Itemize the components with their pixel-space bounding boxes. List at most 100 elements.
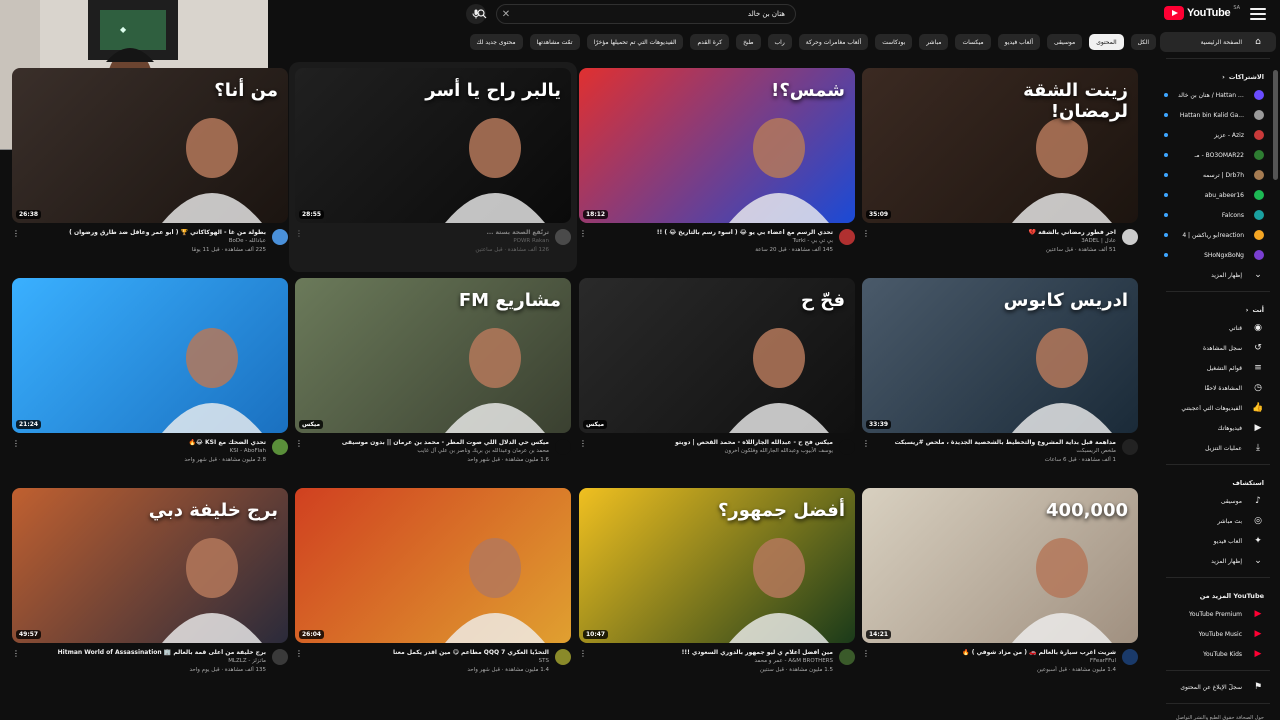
more-options-icon[interactable]: ⋮ [862, 439, 870, 464]
more-options-icon[interactable]: ⋮ [862, 229, 870, 254]
sidebar-you_items-5[interactable]: ▶ فيديوهاتك [1156, 418, 1280, 438]
sidebar-explore_items-2[interactable]: ✦ ألعاب فيديو [1156, 531, 1280, 551]
chip-12[interactable]: تمّت مشاهدتها [529, 34, 580, 50]
more-options-icon[interactable]: ⋮ [295, 649, 303, 674]
sidebar-explore_items-1[interactable]: ◎ بث مباشر [1156, 511, 1280, 531]
video-title[interactable]: التحدّيا العكري QQQ 7 مطاعم 😋 مين اقدر ي… [307, 649, 549, 657]
subscriptions-header[interactable]: الاشتراكات › [1156, 65, 1280, 85]
channel-avatar[interactable] [839, 649, 855, 665]
sidebar-show-more[interactable]: ⌄ إظهار المزيد [1156, 265, 1280, 285]
you-header[interactable]: أنت › [1156, 298, 1280, 318]
sidebar-sub-8[interactable]: SHoNgxBoNg [1156, 245, 1280, 265]
video-card[interactable]: من أنا؟ 26:38 بطولة من غا - الهوكاكاتي 🏆 (… [12, 68, 288, 254]
video-thumbnail[interactable]: فحّ ح ميكس [579, 278, 855, 433]
video-card[interactable]: 26:04 التحدّيا العكري QQQ 7 مطاعم 😋 مين ا… [295, 488, 571, 674]
channel-name[interactable]: محمد بن عرمان وعبدالله بن بريك وناصر بن … [307, 447, 549, 455]
chip-7[interactable]: ألعاب مغامرات وحركة [798, 34, 869, 50]
sidebar-you_items-6[interactable]: ⤓ عمليات التنزيل [1156, 438, 1280, 458]
sidebar-you_items-0[interactable]: ◉ قناتي [1156, 318, 1280, 338]
sidebar-sub-0[interactable]: هتان بن خالد / Hattan khalid [1156, 85, 1280, 105]
chip-9[interactable]: طبخ [736, 34, 761, 50]
more-options-icon[interactable]: ⋮ [579, 229, 587, 254]
channel-name[interactable]: بي تي بي - Turki [591, 237, 833, 245]
video-thumbnail[interactable]: 26:04 [295, 488, 571, 643]
chip-8[interactable]: راب [767, 34, 792, 50]
sidebar-more_items-2[interactable]: ▶ YouTube Kids [1156, 644, 1280, 664]
channel-avatar[interactable] [272, 229, 288, 245]
channel-name[interactable]: ماتزلز - MLZLZ [24, 657, 266, 665]
chip-4[interactable]: ميكسات [955, 34, 991, 50]
sidebar-sub-7[interactable]: أبو رياكشن | 4reaction [1156, 225, 1280, 245]
sidebar-more_items-1[interactable]: ▶ YouTube Music [1156, 624, 1280, 644]
chip-1[interactable]: المحتوى [1089, 34, 1124, 50]
channel-avatar[interactable] [1122, 649, 1138, 665]
menu-icon[interactable] [1250, 6, 1266, 22]
video-title[interactable]: برج خليفة من أعلى قمة بالعالم 🏢 Hitman W… [24, 649, 266, 657]
clear-search-icon[interactable]: ✕ [497, 9, 515, 20]
video-card[interactable]: 400,000 14:21 شريت اغرب سيارة بالعالم 🚗 ( … [862, 488, 1138, 674]
video-title[interactable]: ميكس فح ح - عبدالله الجاراللاه - محمد ال… [591, 439, 833, 447]
channel-name[interactable]: KSI - AboFlah [24, 447, 266, 455]
channel-avatar[interactable] [1122, 229, 1138, 245]
video-thumbnail[interactable]: مشاريع FM ميكس [295, 278, 571, 433]
youtube-logo[interactable]: YouTube SA [1163, 5, 1240, 20]
search-button[interactable] [469, 4, 495, 24]
more-options-icon[interactable]: ⋮ [12, 229, 20, 254]
chip-0[interactable]: الكل [1130, 34, 1156, 50]
sidebar-sub-4[interactable]: ترسمه | Drb7h [1156, 165, 1280, 185]
video-thumbnail[interactable]: زينت الشقة لرمضان! 35:09 [862, 68, 1138, 223]
video-card[interactable]: مشاريع FM ميكس ميكس حي الدلال اللي صوت الم… [295, 278, 571, 464]
more-options-icon[interactable]: ⋮ [295, 439, 303, 464]
video-thumbnail[interactable]: من أنا؟ 26:38 [12, 68, 288, 223]
channel-avatar[interactable] [839, 439, 855, 455]
video-title[interactable]: اخر فطور رمضاني بالشقة 💔 [874, 229, 1116, 237]
chip-13[interactable]: محتوى جديد لك [469, 34, 523, 50]
sidebar-you_items-3[interactable]: ◷ المشاهدة لاحقًا [1156, 378, 1280, 398]
chip-10[interactable]: كرة القدم [690, 34, 730, 50]
search-input[interactable] [515, 10, 795, 18]
video-card[interactable]: أفضل جمهور؟ 10:47 مين أفضل أعلام ي ليو جمه… [579, 488, 855, 674]
channel-avatar[interactable] [555, 649, 571, 665]
more-options-icon[interactable]: ⋮ [12, 649, 20, 674]
channel-name[interactable]: FFearFFul [874, 657, 1116, 665]
video-title[interactable]: مين أفضل أعلام ي ليو جمهور بالدوري السعو… [591, 649, 833, 657]
sidebar-scrollbar[interactable] [1273, 70, 1278, 180]
more-options-icon[interactable]: ⋮ [579, 649, 587, 674]
video-thumbnail[interactable]: 21:24 [12, 278, 288, 433]
sidebar-sub-6[interactable]: Falcons [1156, 205, 1280, 225]
channel-name[interactable]: عادل | 3ADEL [874, 237, 1116, 245]
channel-avatar[interactable] [555, 439, 571, 455]
channel-name[interactable]: A&M BROTHERS - عمر و محمد [591, 657, 833, 665]
video-title[interactable]: تحدي الضحك مع KSI 😂🔥 [24, 439, 266, 447]
sidebar-more_items-0[interactable]: ▶ YouTube Premium [1156, 604, 1280, 624]
channel-name[interactable]: عبادالله - BoDe [24, 237, 266, 245]
channel-name[interactable]: STS [307, 657, 549, 665]
channel-avatar[interactable] [272, 439, 288, 455]
video-card[interactable]: فحّ ح ميكس ميكس فح ح - عبدالله الجاراللاه … [579, 278, 855, 456]
video-title[interactable]: مداهمة قبل بداية المشروع والتخطيط بالشخص… [874, 439, 1116, 447]
channel-avatar[interactable] [839, 229, 855, 245]
more-options-icon[interactable]: ⋮ [579, 439, 587, 456]
channel-name[interactable]: يوسف الأبيوب وعبدالله الجارالله وفلكون أ… [591, 447, 834, 455]
video-thumbnail[interactable]: أفضل جمهور؟ 10:47 [579, 488, 855, 643]
sidebar-sub-5[interactable]: abu_abeer16 [1156, 185, 1280, 205]
sidebar-you_items-1[interactable]: ↺ سجل المشاهدة [1156, 338, 1280, 358]
video-thumbnail[interactable]: برج خليفة دبي 49:57 [12, 488, 288, 643]
chip-6[interactable]: بودكاست [875, 34, 913, 50]
video-thumbnail[interactable]: ادريس كابوس 33:39 [862, 278, 1138, 433]
channel-avatar[interactable] [272, 649, 288, 665]
video-title[interactable]: شريت اغرب سيارة بالعالم 🚗 ( من مزاد شوفي… [874, 649, 1116, 657]
sidebar-you_items-2[interactable]: ≡ قوائم التشغيل [1156, 358, 1280, 378]
sidebar-you_items-4[interactable]: 👍 الفيديوهات التي أعجبتني [1156, 398, 1280, 418]
channel-avatar[interactable] [1122, 439, 1138, 455]
chip-11[interactable]: الفيديوهات التي تم تحميلها مؤخرًا [586, 34, 684, 50]
sidebar-explore_items-3[interactable]: ⌄ إظهار المزيد [1156, 551, 1280, 571]
sidebar-sub-1[interactable]: Hattan bin Kalid Ga... [1156, 105, 1280, 125]
sidebar-sub-3[interactable]: مـ - BO3OMAR22 [1156, 145, 1280, 165]
chip-5[interactable]: مباشر [919, 34, 949, 50]
video-title[interactable]: بطولة من غا - الهوكاكاتي 🏆 ( أبو عمر وعا… [24, 229, 266, 237]
video-card[interactable]: 21:24 تحدي الضحك مع KSI 😂🔥 KSI - AboFlah 2.… [12, 278, 288, 464]
video-title[interactable]: ميكس حي الدلال اللي صوت المطر - محمد بن … [307, 439, 549, 447]
video-card[interactable]: شمس؟! 18:12 تحدي الرسم مع أعضاء بي يو 😂 ( … [579, 68, 855, 254]
sidebar-item-report-history[interactable]: ⚑ سجلّ الإبلاغ عن المحتوى [1156, 677, 1280, 697]
